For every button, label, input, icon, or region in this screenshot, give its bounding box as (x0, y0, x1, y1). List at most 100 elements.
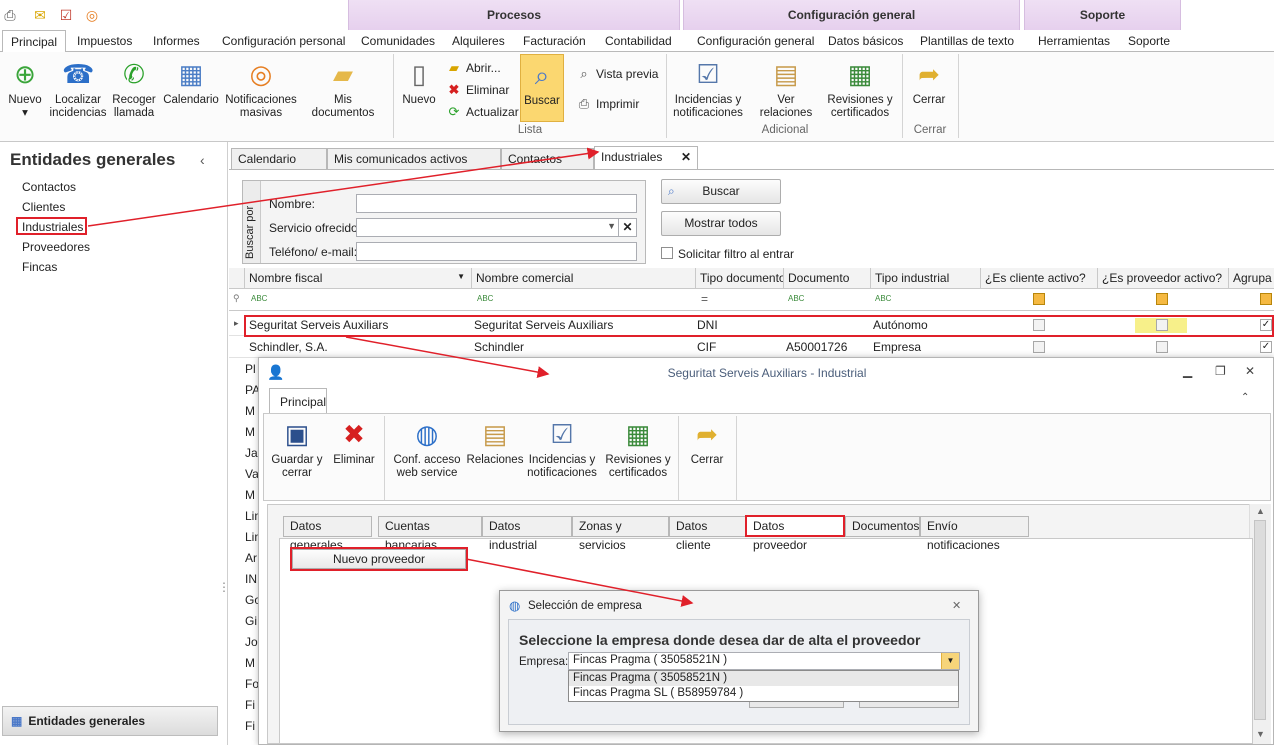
col-cliente-activo[interactable]: ¿Es cliente activo? (980, 268, 1097, 289)
doc-tab-calendario[interactable]: Calendario (231, 148, 327, 170)
revisiones-button[interactable]: ▦ Revisiones y certificados (826, 58, 894, 120)
close-icon[interactable]: ✕ (1245, 364, 1255, 378)
col-nombre-comercial[interactable]: Nombre comercial (471, 268, 695, 289)
notificaciones-button[interactable]: ◎ Notificaciones masivas (224, 58, 298, 120)
cerrar-button[interactable]: ➦ Cerrar (906, 58, 952, 107)
text-filter-icon[interactable]: ABC (251, 294, 267, 303)
recoger-button[interactable]: ✆ Recoger llamada (110, 58, 158, 120)
col-tipo-documento[interactable]: Tipo documento (695, 268, 783, 289)
minimize-icon[interactable]: ▁ (1183, 364, 1192, 378)
buscar-button[interactable]: ⌕ Buscar (520, 54, 564, 122)
tab-documentos[interactable]: Documentos (845, 516, 920, 537)
dropdown-option[interactable]: Fincas Pragma ( 35058521N ) (569, 671, 958, 686)
doc-tab-contactos[interactable]: Contactos (501, 148, 594, 170)
nav-item-contactos[interactable]: Contactos (22, 180, 76, 194)
tab-principal[interactable]: Principal (2, 30, 67, 53)
incidencias-button[interactable]: ☑ Incidencias y notificaciones (672, 58, 744, 120)
tab-zonas-servicios[interactable]: Zonas y servicios (572, 516, 669, 552)
mail-icon[interactable]: ✉ (32, 7, 48, 23)
close-icon[interactable]: ✕ (681, 147, 691, 167)
task-icon[interactable]: ☑ (58, 7, 74, 23)
clear-icon[interactable]: ✕ (618, 219, 636, 236)
solicitar-checkbox[interactable] (661, 247, 673, 259)
eliminar-button[interactable]: ✖ Eliminar (446, 82, 510, 98)
broadcast-icon[interactable]: ◎ (84, 7, 100, 23)
localizar-button[interactable]: ☎ Localizar incidencias (48, 58, 108, 120)
scroll-down-icon[interactable]: ▼ (1256, 729, 1265, 739)
nav-item-fincas[interactable]: Fincas (22, 260, 57, 274)
tab-herramientas[interactable]: Herramientas (1038, 34, 1110, 48)
tab-datos-cliente[interactable]: Datos cliente (669, 516, 746, 552)
col-documento[interactable]: Documento (783, 268, 870, 289)
win-eliminar-button[interactable]: ✖ Eliminar (330, 418, 378, 467)
window-tab-principal[interactable]: Principal (269, 388, 327, 414)
proveedor-activo-checkbox[interactable] (1156, 341, 1168, 353)
vista-previa-button[interactable]: ⌕ Vista previa (576, 66, 658, 82)
imprimir-button[interactable]: ⎙ Imprimir (576, 96, 640, 112)
text-filter-icon[interactable]: ABC (875, 294, 891, 303)
conf-acceso-button[interactable]: ◍ Conf. acceso web service (390, 418, 464, 480)
agrupa-checkbox[interactable]: ✓ (1260, 341, 1272, 353)
text-filter-icon[interactable]: ABC (788, 294, 804, 303)
col-nombre-fiscal[interactable]: Nombre fiscal ▼ (244, 268, 471, 289)
tab-datos-basicos[interactable]: Datos básicos (828, 34, 903, 48)
tab-comunidades[interactable]: Comunidades (361, 34, 435, 48)
col-agrupa[interactable]: Agrupa p (1228, 268, 1274, 289)
text-filter-icon[interactable]: ABC (477, 294, 493, 303)
abrir-button[interactable]: ▰ Abrir... (446, 60, 501, 76)
calendario-button[interactable]: ▦ Calendario (162, 58, 220, 107)
nuevo2-button[interactable]: ▯ Nuevo (400, 58, 438, 107)
mostrar-todos-button[interactable]: Mostrar todos (661, 211, 781, 236)
dropdown-option[interactable]: Fincas Pragma SL ( B58959784 ) (569, 686, 958, 701)
cliente-activo-checkbox[interactable] (1033, 341, 1045, 353)
tab-facturacion[interactable]: Facturación (523, 34, 586, 48)
scroll-thumb[interactable] (1254, 520, 1266, 720)
doc-tab-industriales[interactable]: Industriales ✕ (594, 146, 698, 170)
win-relaciones-button[interactable]: ▤ Relaciones (466, 418, 524, 467)
doc-tab-comunicados[interactable]: Mis comunicados activos (327, 148, 501, 170)
tab-informes[interactable]: Informes (153, 34, 200, 48)
equals-filter-icon[interactable]: = (701, 292, 708, 306)
cliente-filter-checkbox[interactable] (1033, 293, 1045, 305)
nav-footer-button[interactable]: ▦ Entidades generales (2, 706, 218, 736)
tab-datos-industrial[interactable]: Datos industrial (482, 516, 572, 552)
scroll-up-icon[interactable]: ▲ (1256, 506, 1265, 516)
col-proveedor-activo[interactable]: ¿Es proveedor activo? (1097, 268, 1228, 289)
restore-icon[interactable]: ❐ (1215, 364, 1226, 378)
close-icon[interactable]: ✕ (952, 599, 961, 612)
relaciones-button[interactable]: ▤ Ver relaciones (750, 58, 822, 120)
table-row[interactable]: Schindler, S.A. Schindler CIF A50001726 … (229, 337, 1274, 358)
nav-item-proveedores[interactable]: Proveedores (22, 240, 90, 254)
chevron-down-icon[interactable]: ▼ (607, 221, 616, 231)
tab-impuestos[interactable]: Impuestos (77, 34, 132, 48)
win-cerrar-button[interactable]: ➦ Cerrar (682, 418, 732, 467)
proveedor-filter-checkbox[interactable] (1156, 293, 1168, 305)
tab-contabilidad[interactable]: Contabilidad (605, 34, 672, 48)
chevron-down-icon[interactable]: ▼ (941, 653, 959, 669)
buscar-search-button[interactable]: ⌕ Buscar (661, 179, 781, 204)
collapse-icon[interactable]: ‹ (200, 152, 205, 168)
actualizar-button[interactable]: ⟳ Actualizar (446, 104, 519, 120)
agrupa-filter-checkbox[interactable] (1260, 293, 1272, 305)
tab-envio-notificaciones[interactable]: Envío notificaciones (920, 516, 1029, 552)
app-icon[interactable]: ⎙ (2, 7, 18, 23)
empresa-combo[interactable]: Fincas Pragma ( 35058521N ) ▼ (568, 652, 960, 670)
tab-config-general[interactable]: Configuración general (697, 34, 814, 48)
tab-plantillas[interactable]: Plantillas de texto (920, 34, 1014, 48)
tab-alquileres[interactable]: Alquileres (452, 34, 505, 48)
win-revisiones-button[interactable]: ▦ Revisiones y certificados (600, 418, 676, 480)
nombre-input[interactable] (356, 194, 637, 213)
col-tipo-industrial[interactable]: Tipo industrial (870, 268, 980, 289)
documentos-button[interactable]: ▰ Mis documentos (302, 58, 384, 120)
collapse-ribbon-icon[interactable]: ⌃ (1241, 392, 1249, 403)
tab-config-personal[interactable]: Configuración personal (222, 34, 345, 48)
tab-datos-generales[interactable]: Datos generales (283, 516, 372, 552)
guardar-button[interactable]: ▣ Guardar y cerrar (268, 418, 326, 480)
tab-cuentas-bancarias[interactable]: Cuentas bancarias (378, 516, 482, 552)
win-incidencias-button[interactable]: ☑ Incidencias y notificaciones (526, 418, 598, 480)
servicio-combo[interactable]: ▼ ✕ (356, 218, 637, 237)
tab-soporte[interactable]: Soporte (1128, 34, 1170, 48)
nuevo-button[interactable]: ⊕ Nuevo ▾ (4, 58, 46, 120)
nav-item-clientes[interactable]: Clientes (22, 200, 65, 214)
telefono-input[interactable] (356, 242, 637, 261)
